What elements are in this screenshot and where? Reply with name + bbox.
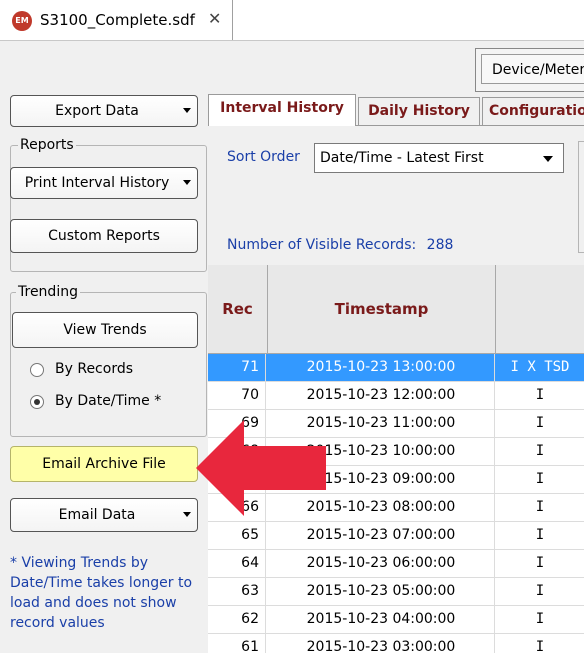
red-arrow-icon: [196, 420, 326, 516]
cell-flags: I: [535, 443, 545, 459]
table-row[interactable]: 65 2015-10-23 07:00:00 I: [208, 522, 584, 550]
cell-flags: I: [535, 583, 545, 599]
cell-rec: 61: [208, 634, 266, 653]
sort-order-label: Sort Order: [227, 149, 300, 165]
cell-rec: 63: [208, 578, 266, 605]
table-row[interactable]: 71 2015-10-23 13:00:00 I X TSD: [208, 354, 584, 382]
table-row[interactable]: 63 2015-10-23 05:00:00 I: [208, 578, 584, 606]
print-report-label: Print Interval History: [24, 175, 170, 191]
visible-records: Number of Visible Records: 288: [227, 237, 453, 253]
by-records-radio[interactable]: [30, 363, 44, 377]
cell-timestamp: 2015-10-23 03:00:00: [268, 634, 495, 653]
view-trends-button[interactable]: View Trends: [12, 312, 198, 348]
email-data-label: Email Data: [58, 507, 136, 523]
email-data-dropdown[interactable]: Email Data: [10, 498, 198, 532]
dropdown-arrow-icon: [183, 512, 191, 517]
options-frame: [578, 141, 584, 253]
tab-daily-history[interactable]: Daily History: [358, 97, 480, 125]
custom-reports-label: Custom Reports: [48, 228, 160, 244]
trending-label: Trending: [16, 284, 80, 300]
table-row[interactable]: 64 2015-10-23 06:00:00 I: [208, 550, 584, 578]
chevron-down-icon: [543, 156, 553, 162]
cell-flags: I: [535, 527, 545, 543]
file-tab-title: S3100_Complete.sdf: [40, 11, 195, 29]
cell-rec: 64: [208, 550, 266, 577]
cell-timestamp: 2015-10-23 07:00:00: [268, 522, 495, 549]
cell-flags: I: [535, 499, 545, 515]
cell-flags: I: [535, 611, 545, 627]
export-data-button[interactable]: Export Data: [10, 95, 198, 127]
close-tab-icon[interactable]: ✕: [208, 9, 221, 28]
column-header-flags[interactable]: [496, 265, 584, 354]
email-archive-file-button[interactable]: Email Archive File: [10, 446, 198, 482]
cell-timestamp: 2015-10-23 13:00:00: [268, 354, 495, 381]
export-data-label: Export Data: [55, 103, 139, 119]
table-row[interactable]: 62 2015-10-23 04:00:00 I: [208, 606, 584, 634]
file-tab[interactable]: EM S3100_Complete.sdf ✕: [0, 0, 233, 40]
reports-label: Reports: [18, 137, 76, 153]
cell-flags: I: [535, 555, 545, 571]
view-trends-label: View Trends: [63, 322, 147, 338]
dropdown-arrow-icon: [183, 108, 191, 113]
visible-records-label: Number of Visible Records:: [227, 237, 417, 253]
cell-timestamp: 2015-10-23 06:00:00: [268, 550, 495, 577]
cell-rec: 70: [208, 382, 266, 409]
by-datetime-label: By Date/Time *: [55, 393, 162, 409]
cell-flags: I: [535, 639, 545, 653]
custom-reports-button[interactable]: Custom Reports: [10, 219, 198, 253]
tab-interval-history[interactable]: Interval History: [208, 94, 356, 126]
print-report-dropdown[interactable]: Print Interval History: [10, 167, 198, 199]
cell-rec: 62: [208, 606, 266, 633]
column-header-timestamp[interactable]: Timestamp: [268, 265, 496, 354]
cell-flags: I X TSD: [510, 359, 570, 375]
cell-timestamp: 2015-10-23 04:00:00: [268, 606, 495, 633]
table-row[interactable]: 70 2015-10-23 12:00:00 I: [208, 382, 584, 410]
document-tab-bar: EM S3100_Complete.sdf ✕: [0, 0, 584, 41]
cell-timestamp: 2015-10-23 12:00:00: [268, 382, 495, 409]
tab-configuration[interactable]: Configuration: [482, 97, 584, 125]
dropdown-arrow-icon: [183, 180, 191, 185]
sort-order-value: Date/Time - Latest First: [320, 150, 484, 166]
sort-order-select[interactable]: Date/Time - Latest First: [314, 143, 564, 173]
by-datetime-radio[interactable]: [30, 395, 44, 409]
cell-flags: I: [535, 471, 545, 487]
cell-rec: 65: [208, 522, 266, 549]
table-row[interactable]: 61 2015-10-23 03:00:00 I: [208, 634, 584, 653]
cell-rec: 71: [208, 354, 266, 381]
device-meter-button[interactable]: Device/Meter: [481, 54, 584, 84]
cell-flags: I: [535, 387, 545, 403]
email-archive-label: Email Archive File: [42, 456, 166, 472]
app-logo-icon: EM: [12, 11, 32, 31]
visible-records-count: 288: [426, 237, 454, 253]
trend-note: * Viewing Trends by Date/Time takes long…: [10, 555, 193, 631]
cell-flags: I: [535, 415, 545, 431]
cell-timestamp: 2015-10-23 05:00:00: [268, 578, 495, 605]
column-header-rec[interactable]: Rec: [208, 265, 268, 354]
by-records-label: By Records: [55, 361, 134, 377]
